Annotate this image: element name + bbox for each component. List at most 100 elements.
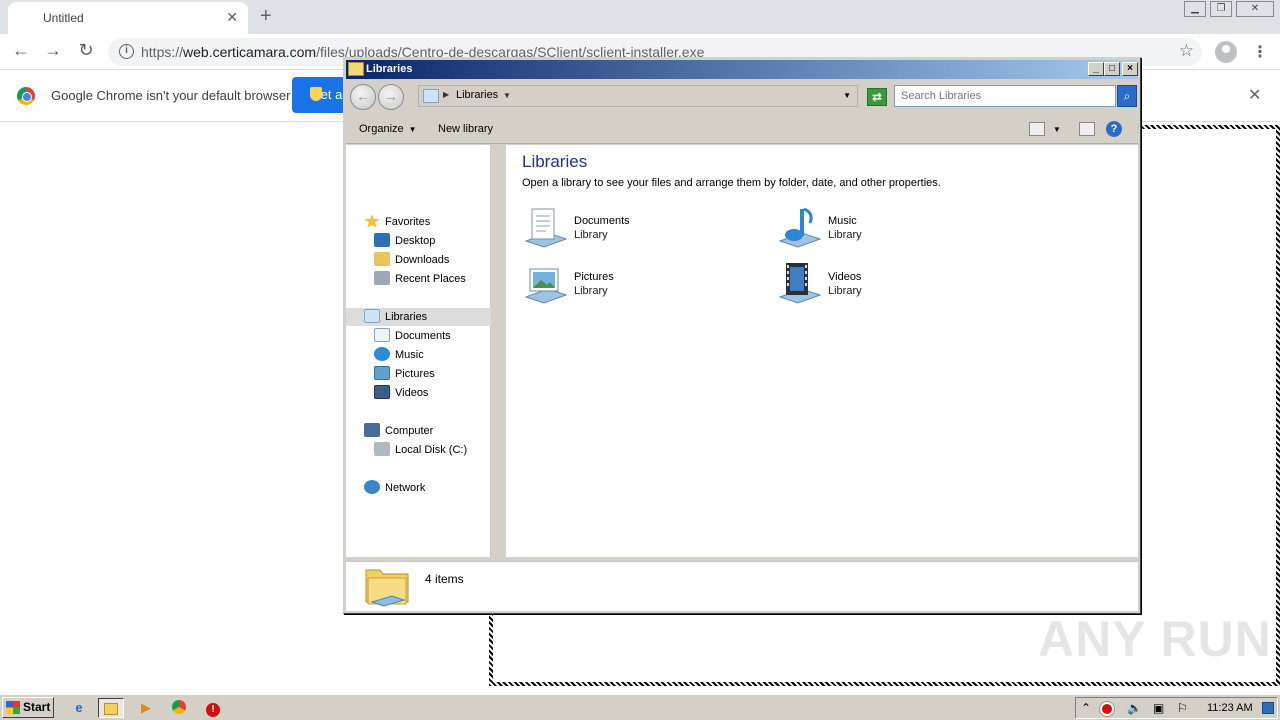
preview-pane-icon[interactable]	[1079, 122, 1095, 136]
media-player-icon[interactable]: ▶	[133, 698, 159, 718]
explorer-taskbar-icon[interactable]	[98, 698, 124, 718]
record-icon[interactable]	[1100, 702, 1114, 716]
explorer-forward-icon[interactable]: →	[378, 84, 404, 110]
library-pictures[interactable]: Pictures Library	[522, 261, 762, 311]
videos-icon	[374, 385, 390, 399]
new-tab-button[interactable]: +	[260, 5, 272, 27]
profile-avatar-icon[interactable]	[1215, 41, 1237, 63]
infobar-close-icon[interactable]: ✕	[1248, 85, 1261, 105]
pictures-library-icon	[524, 268, 568, 304]
nav-downloads[interactable]: Downloads	[374, 251, 449, 269]
explorer-close-button[interactable]: ×	[1122, 62, 1138, 76]
explorer-maximize-button[interactable]: □	[1104, 62, 1120, 76]
explorer-address-box[interactable]: ▶ Libraries ▼ ▼	[418, 85, 858, 107]
window-title: Libraries	[366, 63, 413, 75]
system-tray: ⌃ 🔈 ▣ ⚐ 11:23 AM	[1075, 697, 1278, 719]
recent-places-icon	[374, 271, 390, 285]
nav-music[interactable]: Music	[374, 346, 424, 364]
search-icon[interactable]: ⌕	[1117, 85, 1137, 107]
back-arrow-icon[interactable]: ←	[9, 40, 33, 61]
chrome-taskbar-icon[interactable]	[166, 698, 192, 718]
content-pane: Libraries Open a library to see your fil…	[506, 145, 1138, 557]
library-name: Documents	[574, 215, 630, 227]
internet-explorer-icon[interactable]: e	[66, 698, 92, 718]
view-options-chevron-icon[interactable]: ▼	[1053, 125, 1061, 134]
explorer-back-icon[interactable]: ←	[350, 84, 376, 110]
search-input[interactable]	[895, 86, 1085, 106]
site-info-icon[interactable]: i	[119, 44, 134, 59]
url-scheme: https://	[141, 44, 184, 60]
volume-icon[interactable]: 🔈	[1127, 701, 1142, 715]
nav-label: Music	[395, 349, 424, 361]
library-documents[interactable]: Documents Library	[522, 205, 762, 255]
nav-computer[interactable]: Computer	[364, 422, 433, 440]
help-icon[interactable]: ?	[1106, 121, 1122, 137]
breadcrumb-chevron-icon[interactable]: ▼	[503, 91, 511, 100]
stop-icon[interactable]: !	[200, 698, 226, 718]
windows-logo-icon	[6, 701, 20, 714]
network-tray-icon[interactable]: ▣	[1153, 701, 1164, 715]
tab-close-icon[interactable]: ✕	[226, 9, 238, 26]
desktop-icon	[374, 233, 390, 247]
nav-network[interactable]: Network	[364, 479, 425, 497]
organize-chevron-icon: ▼	[408, 125, 417, 134]
explorer-minimize-button[interactable]: _	[1088, 62, 1104, 76]
breadcrumb-libraries[interactable]: Libraries	[456, 89, 498, 101]
pictures-icon	[374, 366, 390, 380]
folder-icon	[104, 703, 118, 715]
organize-button[interactable]: Organize ▼	[359, 123, 417, 135]
chrome-menu-icon[interactable]: ⋮	[1252, 42, 1268, 62]
nav-recent-places[interactable]: Recent Places	[374, 270, 466, 288]
library-type: Library	[574, 285, 608, 297]
close-window-button[interactable]: ✕	[1236, 1, 1274, 17]
refresh-icon[interactable]: ⇄	[867, 88, 887, 106]
organize-label: Organize	[359, 123, 404, 135]
documents-icon	[374, 328, 390, 342]
explorer-address-row: ← → ▶ Libraries ▼ ▼ ⇄ ⌕	[346, 80, 1138, 114]
nav-label: Favorites	[385, 216, 431, 228]
change-view-icon[interactable]	[1029, 122, 1045, 136]
address-dropdown-icon[interactable]: ▼	[843, 91, 851, 100]
new-library-button[interactable]: New library	[438, 123, 493, 135]
explorer-command-bar: Organize ▼ New library ▼ ?	[346, 116, 1138, 144]
nav-favorites[interactable]: Favorites	[364, 213, 430, 231]
start-label: Start	[23, 700, 51, 714]
browser-tab[interactable]: Untitled ✕	[8, 2, 248, 34]
tab-title: Untitled	[43, 11, 84, 25]
bookmark-star-icon[interactable]: ☆	[1179, 41, 1194, 61]
chrome-tab-strip: Untitled ✕ + ▁ ❐ ✕	[0, 0, 1280, 34]
nav-label: Pictures	[395, 368, 435, 380]
documents-library-icon	[524, 208, 568, 248]
search-box[interactable]	[894, 85, 1116, 107]
nav-label: Videos	[395, 387, 429, 399]
reload-icon[interactable]: ↻	[74, 40, 98, 61]
nav-pictures[interactable]: Pictures	[374, 365, 435, 383]
network-icon	[364, 480, 380, 494]
nav-documents[interactable]: Documents	[374, 327, 451, 345]
details-pane: 4 items	[346, 561, 1138, 611]
downloads-icon	[374, 252, 390, 266]
breadcrumb-separator-icon[interactable]: ▶	[443, 90, 449, 99]
forward-arrow-icon[interactable]: →	[41, 40, 65, 61]
nav-videos[interactable]: Videos	[374, 384, 428, 402]
library-music[interactable]: Music Library	[776, 205, 1016, 255]
item-count: 4 items	[425, 572, 464, 586]
show-desktop-icon[interactable]	[1262, 702, 1274, 714]
nav-label: Libraries	[385, 311, 428, 323]
nav-label: Network	[385, 482, 426, 494]
start-button[interactable]: Start	[2, 697, 54, 718]
infobar-message: Google Chrome isn't your default browser	[51, 88, 291, 103]
restore-window-button[interactable]: ❐	[1210, 1, 1232, 17]
library-name: Music	[828, 215, 857, 227]
clock[interactable]: 11:23 AM	[1207, 702, 1253, 714]
minimize-window-button[interactable]: ▁	[1184, 1, 1206, 17]
music-library-icon	[778, 207, 822, 248]
tray-expand-icon[interactable]: ⌃	[1081, 701, 1091, 715]
nav-local-disk[interactable]: Local Disk (C:)	[374, 441, 467, 459]
nav-desktop[interactable]: Desktop	[374, 232, 435, 250]
explorer-title-bar[interactable]: Libraries _ □ ×	[346, 60, 1138, 79]
action-center-flag-icon[interactable]: ⚐	[1177, 701, 1188, 715]
library-videos[interactable]: Videos Library	[776, 261, 1016, 311]
nav-libraries[interactable]: Libraries	[346, 308, 491, 326]
computer-icon	[364, 423, 380, 437]
